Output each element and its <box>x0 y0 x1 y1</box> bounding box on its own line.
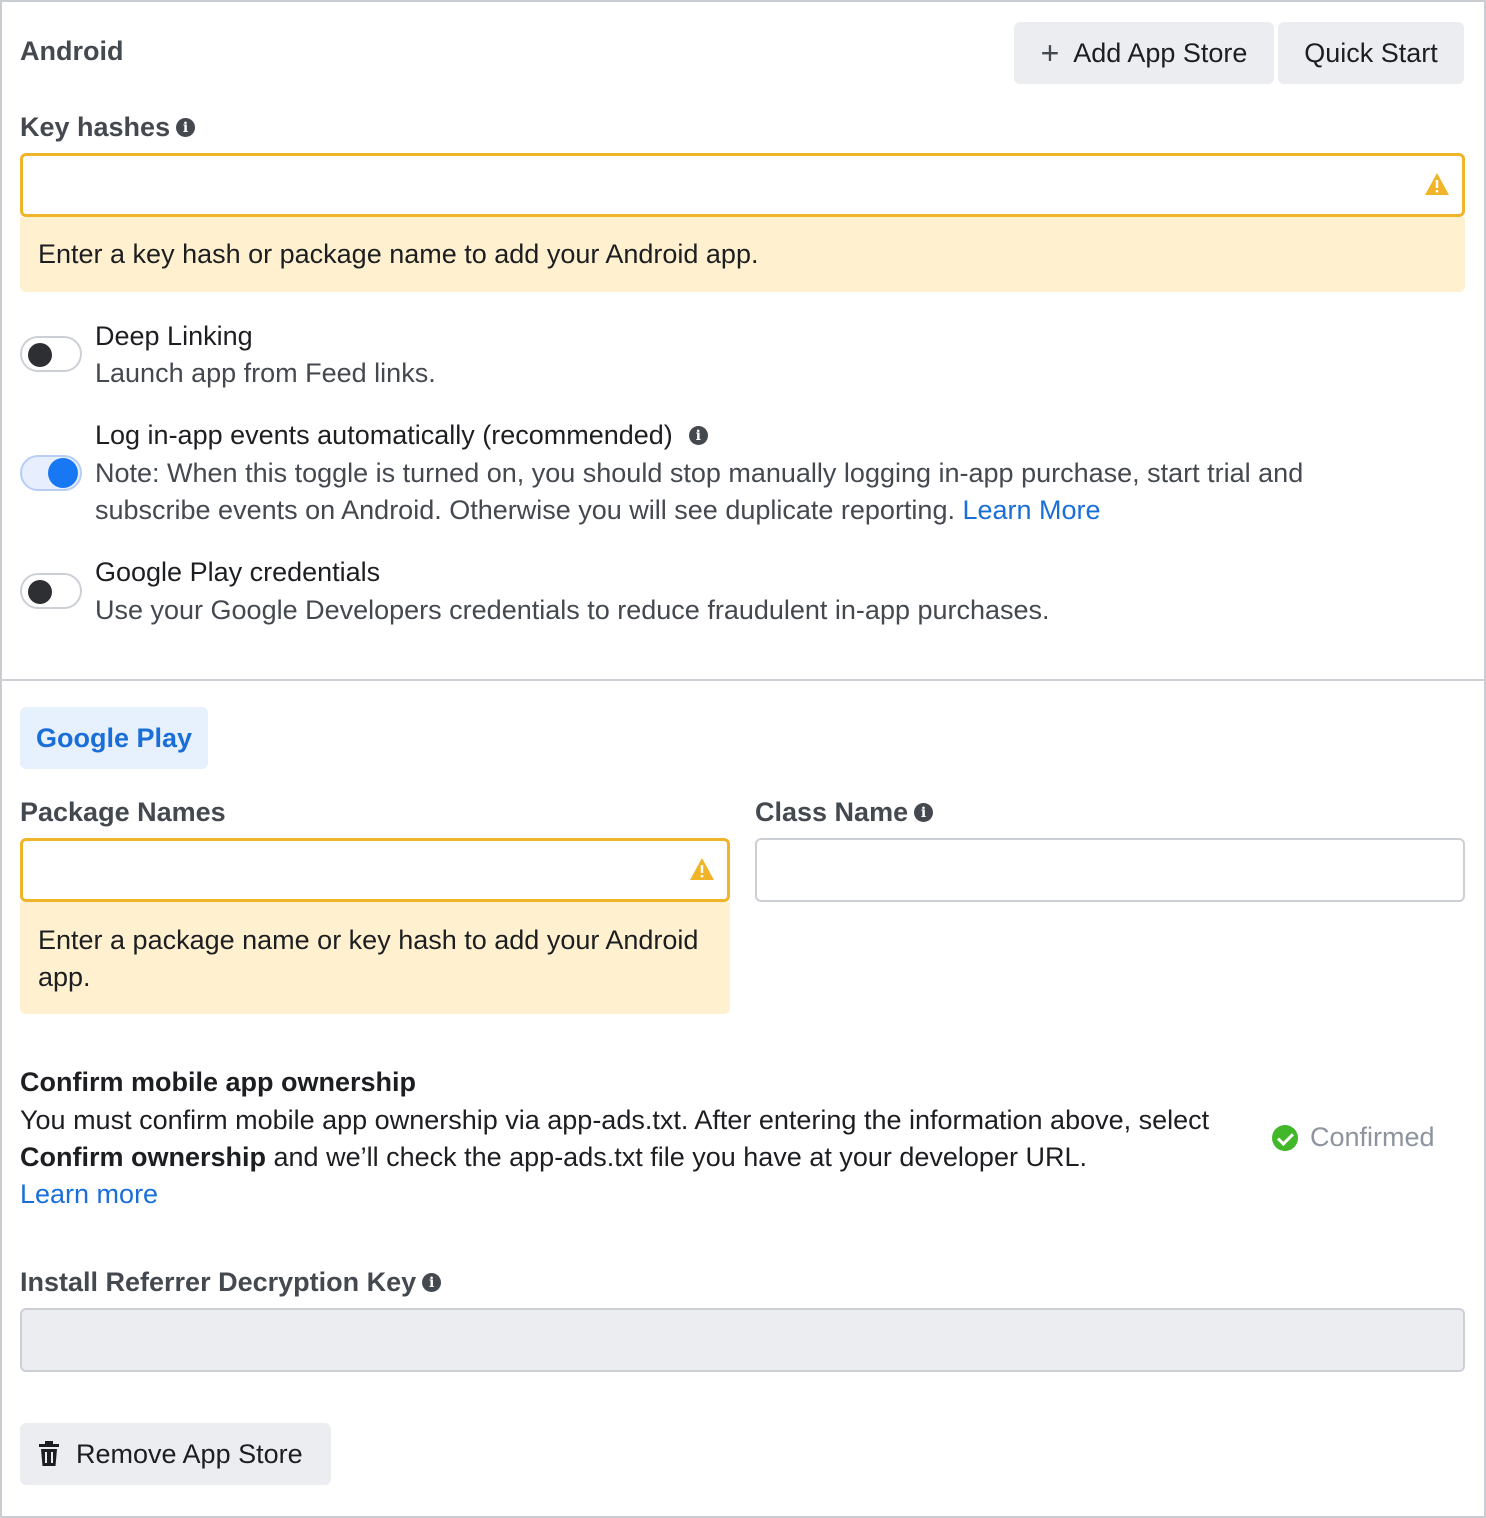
ownership-learn-more-link[interactable]: Learn more <box>20 1179 158 1209</box>
log-events-toggle[interactable] <box>20 455 82 491</box>
install-referrer-input[interactable] <box>20 1308 1465 1372</box>
add-app-store-button[interactable]: + Add App Store <box>1014 22 1274 84</box>
deep-linking-desc: Launch app from Feed links. <box>95 358 436 388</box>
class-name-input[interactable] <box>755 838 1465 902</box>
remove-app-store-button[interactable]: Remove App Store <box>20 1423 331 1485</box>
package-names-warning: Enter a package name or key hash to add … <box>20 902 730 1014</box>
learn-more-link[interactable]: Learn More <box>962 495 1100 525</box>
ownership-title: Confirm mobile app ownership <box>20 1067 417 1097</box>
package-names-input[interactable] <box>20 838 730 902</box>
ownership-text-bold: Confirm ownership <box>20 1142 267 1172</box>
ownership-text-after: and we’ll check the app-ads.txt file you… <box>266 1142 1087 1172</box>
google-play-credentials-toggle[interactable] <box>20 573 82 609</box>
info-icon[interactable]: i <box>914 803 934 822</box>
warning-icon <box>1425 173 1449 195</box>
install-referrer-label: Install Referrer Decryption Key i <box>20 1267 442 1298</box>
log-events-desc: Note: When this toggle is turned on, you… <box>95 455 1365 529</box>
key-hashes-label: Key hashes i <box>20 112 196 143</box>
quick-start-button[interactable]: Quick Start <box>1278 22 1464 84</box>
log-events-note: Note: When this toggle is turned on, you… <box>95 458 1304 525</box>
key-hashes-label-text: Key hashes <box>20 112 171 142</box>
check-circle-icon <box>1272 1124 1298 1151</box>
class-name-label: Class Name i <box>755 797 934 828</box>
info-icon[interactable]: i <box>422 1273 442 1292</box>
confirmed-label: Confirmed <box>1310 1122 1435 1152</box>
key-hashes-warning: Enter a key hash or package name to add … <box>20 217 1465 292</box>
quick-start-label: Quick Start <box>1304 37 1438 68</box>
divider <box>0 679 1486 681</box>
log-events-title-row: Log in-app events automatically (recomme… <box>95 420 708 451</box>
add-app-store-label: Add App Store <box>1073 37 1248 68</box>
ownership-text: You must confirm mobile app ownership vi… <box>20 1102 1220 1213</box>
toggle-knob <box>48 458 78 488</box>
install-referrer-label-text: Install Referrer Decryption Key <box>20 1267 417 1297</box>
confirmed-status: Confirmed <box>1272 1122 1435 1153</box>
google-play-credentials-title: Google Play credentials <box>95 557 381 587</box>
log-events-title: Log in-app events automatically (recomme… <box>95 420 673 450</box>
class-name-label-text: Class Name <box>755 797 909 827</box>
trash-icon <box>39 1441 59 1466</box>
deep-linking-toggle[interactable] <box>20 336 82 372</box>
google-play-credentials-desc: Use your Google Developers credentials t… <box>95 595 1050 625</box>
warning-icon <box>690 858 714 880</box>
tab-google-play[interactable]: Google Play <box>20 707 208 769</box>
remove-app-store-label: Remove App Store <box>76 1438 303 1469</box>
section-title: Android <box>20 36 124 66</box>
toggle-knob <box>28 580 52 604</box>
info-icon[interactable]: i <box>176 118 196 137</box>
package-names-label: Package Names <box>20 797 226 827</box>
info-icon[interactable]: i <box>688 426 708 445</box>
ownership-text-before: You must confirm mobile app ownership vi… <box>20 1105 1210 1135</box>
key-hashes-input[interactable] <box>20 153 1465 217</box>
deep-linking-title: Deep Linking <box>95 321 253 351</box>
toggle-knob <box>28 343 52 367</box>
plus-icon: + <box>1040 34 1060 71</box>
